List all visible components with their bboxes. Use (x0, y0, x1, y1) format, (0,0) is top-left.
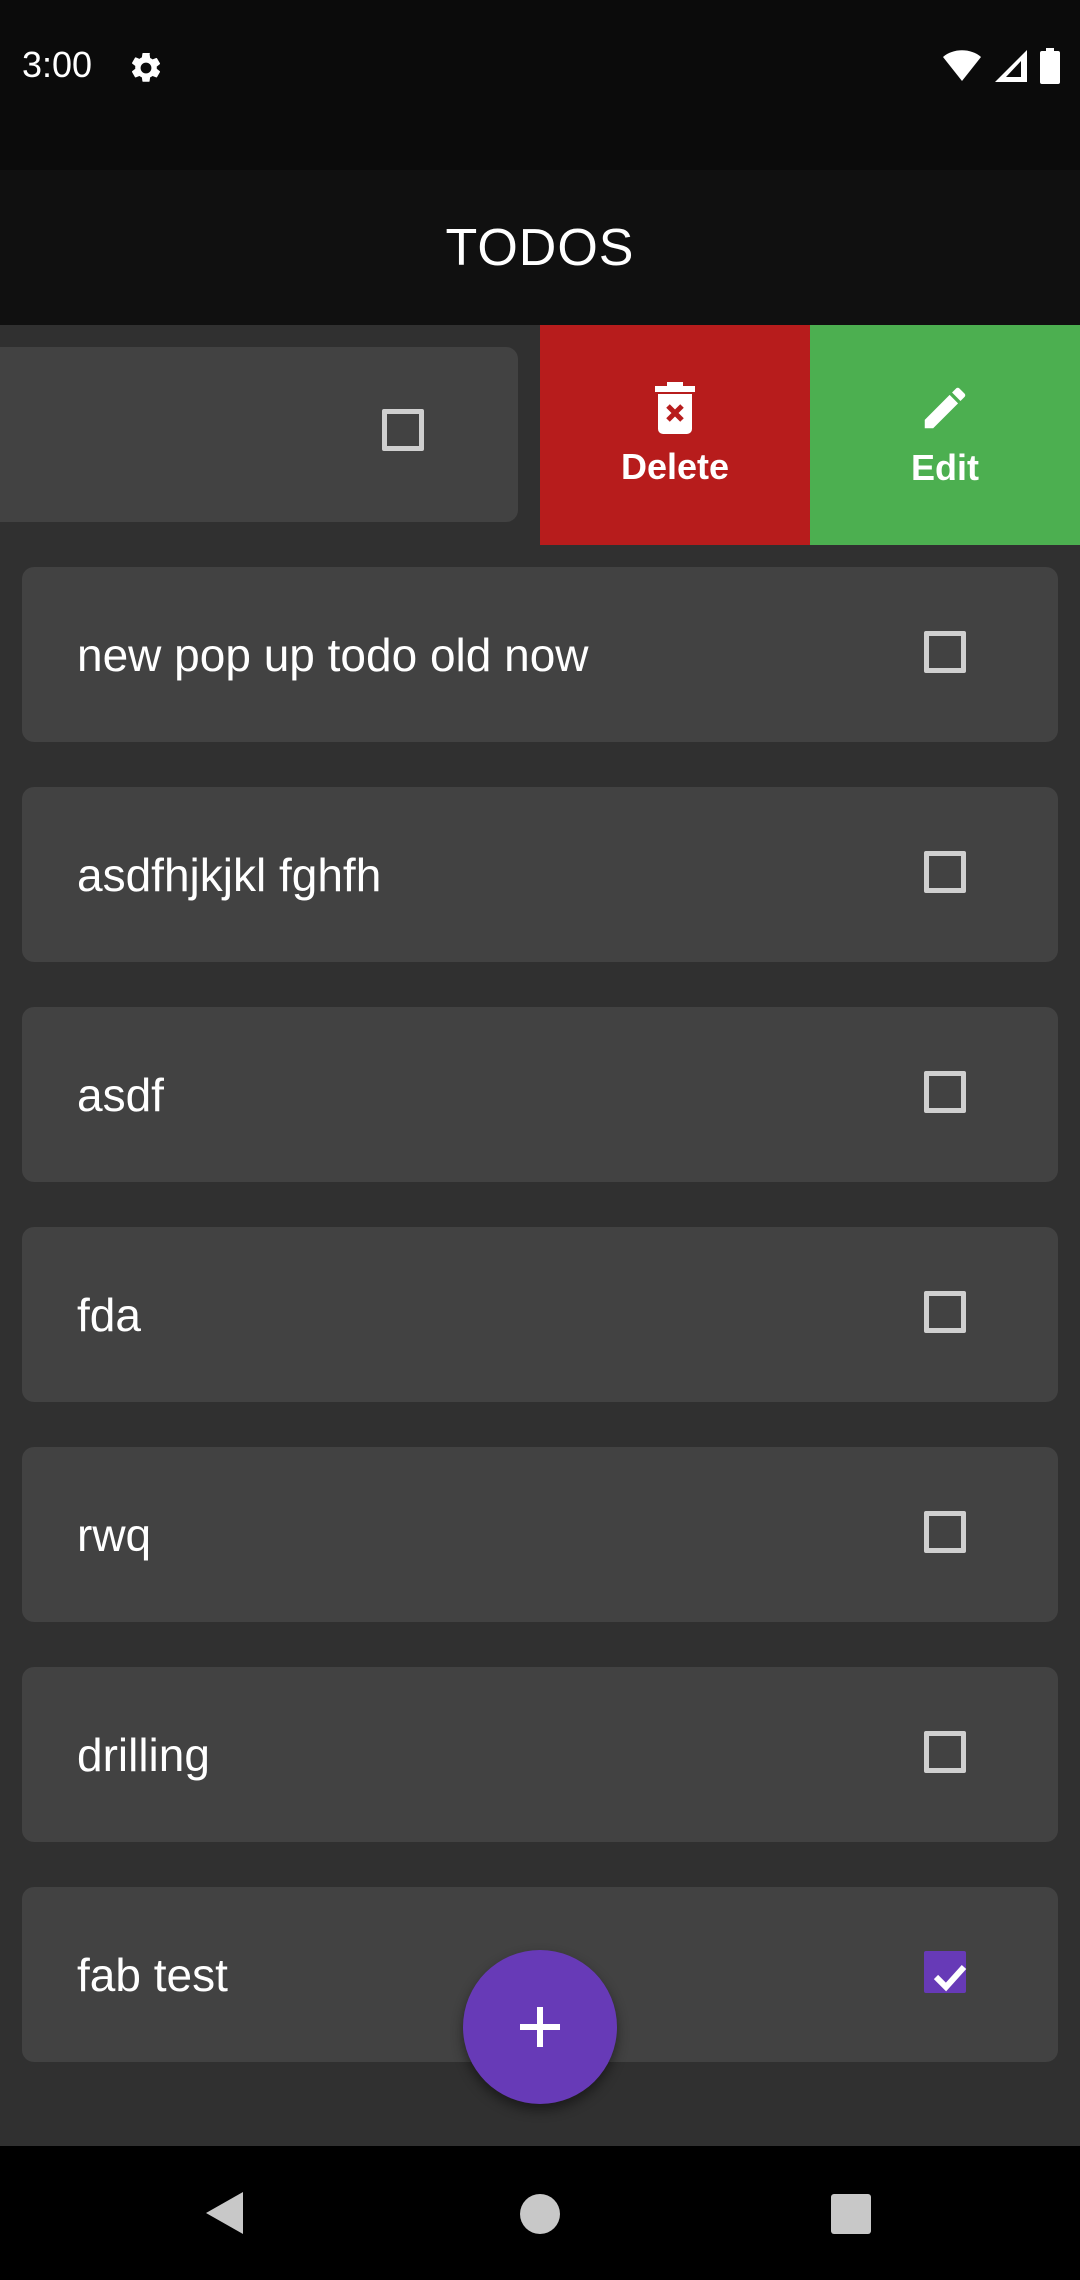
todo-checkbox[interactable] (382, 409, 424, 451)
home-icon[interactable] (519, 2193, 561, 2235)
edit-label: Edit (911, 447, 979, 488)
todo-checkbox[interactable] (924, 1731, 966, 1773)
edit-button[interactable]: Edit (810, 325, 1080, 545)
delete-label: Delete (620, 446, 730, 487)
todo-checkbox[interactable] (924, 1511, 966, 1553)
page-title: TODOS (445, 218, 635, 277)
todo-item[interactable]: drilling (22, 1667, 1058, 1842)
delete-icon (655, 382, 695, 434)
todo-text: fda (77, 1288, 141, 1341)
check-icon (933, 1964, 967, 1992)
todo-item[interactable]: new pop up todo old now (22, 567, 1058, 742)
delete-button[interactable]: Delete (540, 325, 810, 545)
signal-icon (995, 50, 1027, 82)
swiped-todo-card[interactable] (0, 347, 518, 522)
navigation-bar (0, 2146, 1080, 2280)
todo-checkbox[interactable] (924, 631, 966, 673)
todo-item[interactable]: asdfhjkjkl fghfh (22, 787, 1058, 962)
todo-checkbox[interactable] (924, 1291, 966, 1333)
todo-text: asdfhjkjkl fghfh (77, 848, 382, 901)
todo-checkbox-checked[interactable] (924, 1951, 967, 1993)
app-bar: TODOS (0, 170, 1080, 325)
todo-text: fab test (77, 1948, 228, 2001)
recents-icon[interactable] (830, 2193, 872, 2235)
add-todo-button[interactable] (463, 1950, 617, 2104)
swiped-todo-row[interactable]: Delete Edit (0, 325, 1080, 545)
back-icon[interactable] (203, 2190, 247, 2236)
todo-text: drilling (77, 1728, 210, 1781)
battery-icon (1040, 48, 1060, 84)
plus-icon (520, 2007, 560, 2047)
todo-item[interactable]: asdf (22, 1007, 1058, 1182)
todo-text: rwq (77, 1508, 152, 1561)
todo-item[interactable]: rwq (22, 1447, 1058, 1622)
todo-checkbox[interactable] (924, 1071, 966, 1113)
gear-icon (131, 52, 161, 82)
status-time: 3:00 (22, 44, 93, 85)
todo-checkbox[interactable] (924, 851, 966, 893)
edit-icon (924, 387, 966, 429)
todo-text: asdf (77, 1068, 164, 1121)
wifi-icon (943, 50, 981, 81)
status-bar: 3:00 (0, 0, 1080, 170)
status-icons (942, 48, 1060, 84)
todo-text: new pop up todo old now (77, 628, 589, 681)
todo-item[interactable]: fda (22, 1227, 1058, 1402)
